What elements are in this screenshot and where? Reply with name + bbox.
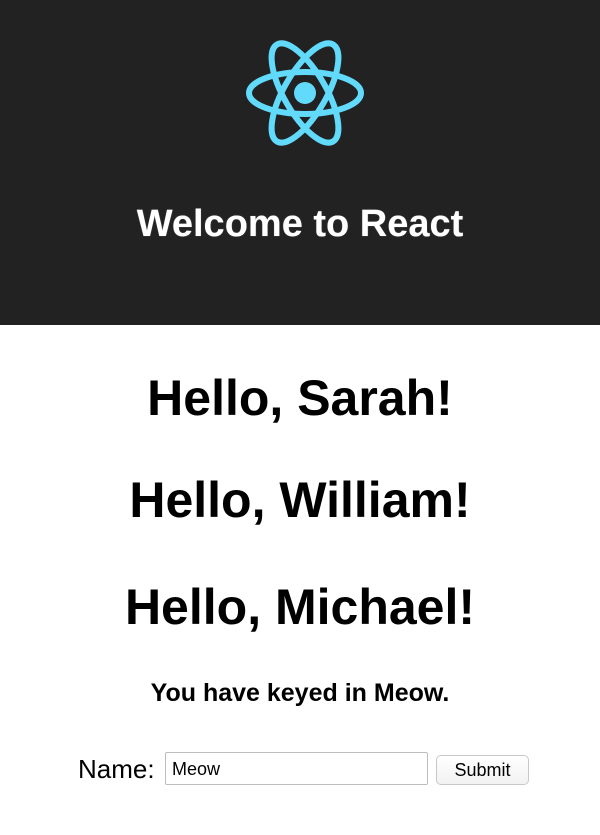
- submit-button[interactable]: Submit: [436, 755, 529, 785]
- name-input[interactable]: [165, 752, 428, 785]
- greeting-michael: Hello, Michael!: [124, 579, 476, 635]
- keyed-in-message: You have keyed in Meow.: [150, 679, 450, 707]
- react-logo-icon: [246, 40, 364, 146]
- name-form: Name: Submit: [0, 750, 600, 790]
- greeting-sarah: Hello, Sarah!: [147, 370, 453, 426]
- app-header: Welcome to React: [0, 0, 600, 325]
- greeting-william: Hello, William!: [129, 472, 471, 528]
- welcome-title: Welcome to React: [136, 203, 464, 245]
- name-label: Name:: [78, 754, 155, 784]
